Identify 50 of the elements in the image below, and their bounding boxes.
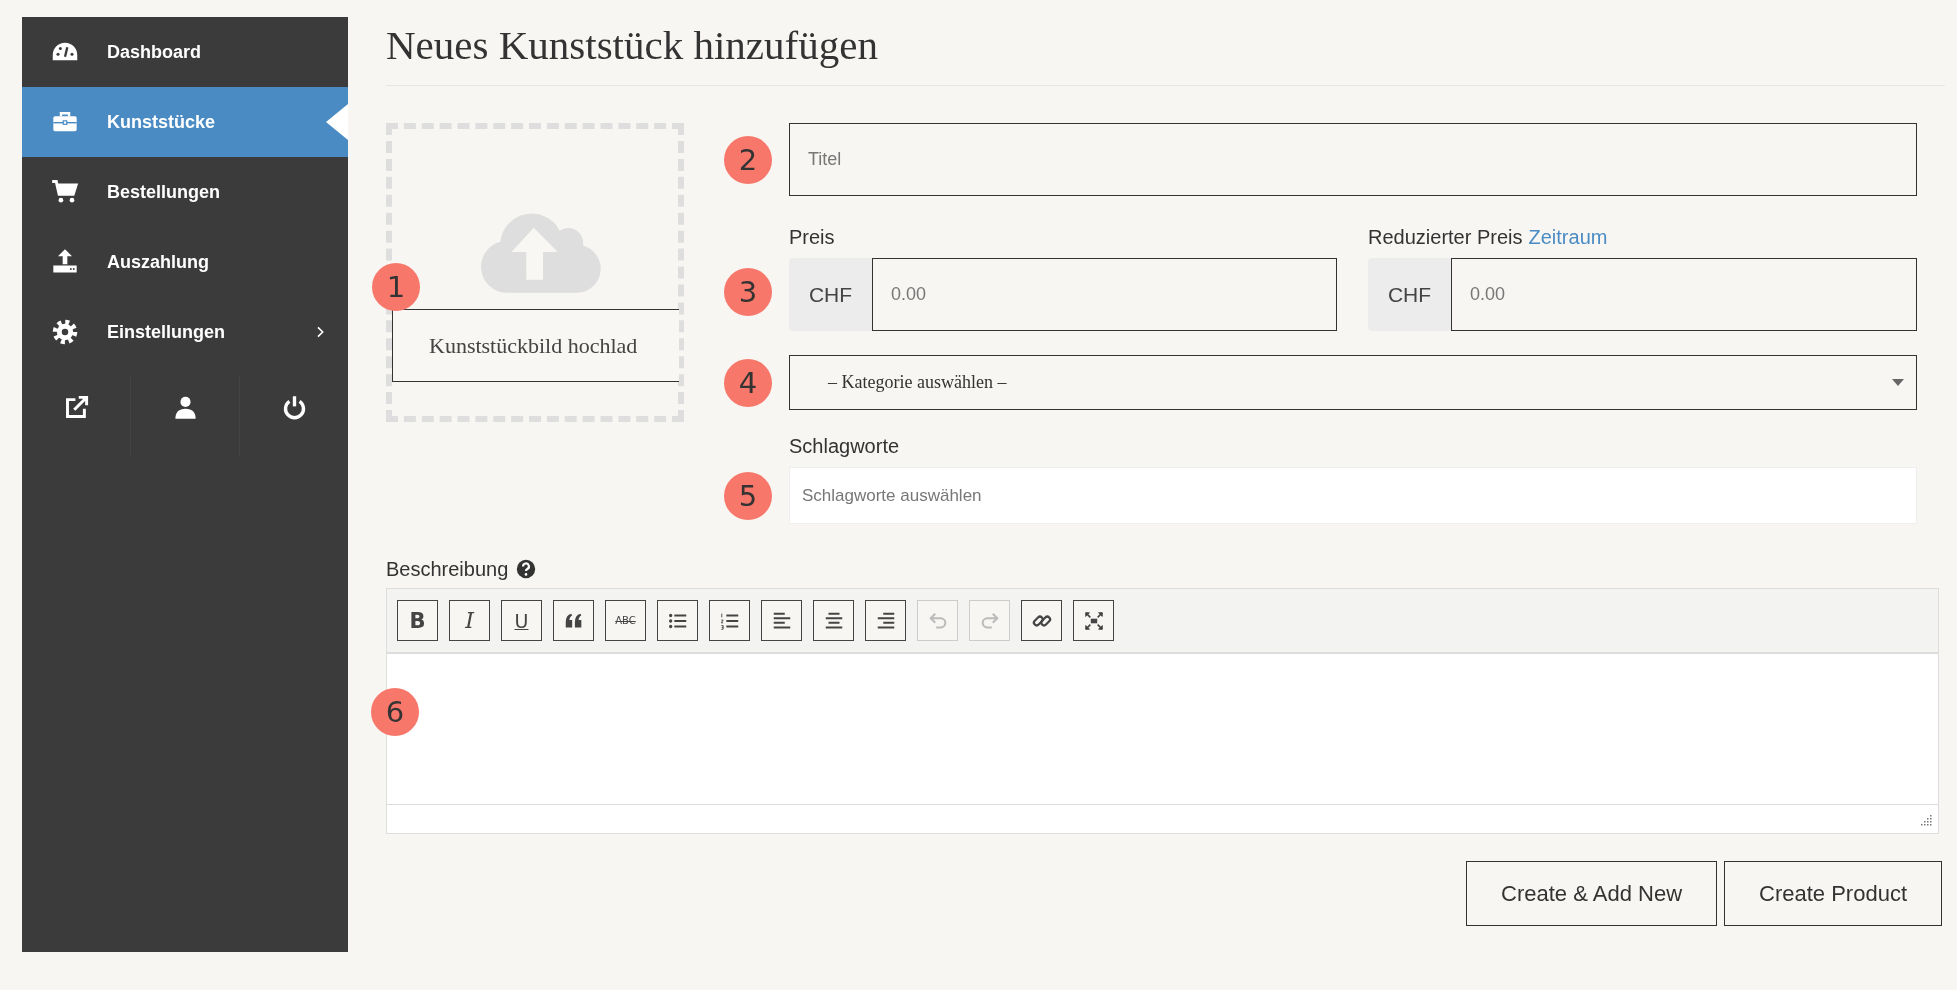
align-center-button[interactable] — [813, 600, 854, 641]
number-marker: 1 — [372, 263, 420, 311]
fullscreen-icon — [1082, 609, 1105, 632]
field-label: Preis — [789, 225, 836, 250]
number-marker: 2 — [724, 135, 772, 184]
number-marker: 6 — [371, 688, 419, 736]
tags-field[interactable]: Schlagworte auswählen — [789, 467, 1917, 524]
underline-button[interactable]: U — [501, 600, 542, 641]
field-label: Beschreibung — [386, 556, 509, 582]
sidebar-item[interactable]: Auszahlung — [22, 227, 348, 297]
page-title: Neues Kunststück hinzufügen — [386, 17, 1945, 86]
sidebar-label: Dashboard — [107, 41, 202, 63]
upload-button[interactable]: Kunststückbild hochlad — [392, 309, 679, 382]
italic-button[interactable]: I — [449, 600, 490, 641]
numbered-list-button[interactable] — [709, 600, 750, 641]
sidebar-item[interactable]: Einstellungen — [22, 297, 348, 367]
currency-addon: CHF — [1368, 258, 1451, 331]
sidebar-item[interactable]: Bestellungen — [22, 157, 348, 227]
price-field[interactable]: 0.00 — [1451, 258, 1917, 331]
quote-button[interactable] — [553, 600, 594, 641]
currency-addon: CHF — [789, 258, 872, 331]
title-field[interactable]: Titel — [789, 123, 1917, 196]
fullscreen-button[interactable] — [1073, 600, 1114, 641]
sidebar-label: Bestellungen — [107, 181, 221, 203]
sidebar-item[interactable]: Kunststücke — [22, 87, 348, 157]
sidebar-item[interactable]: Dashboard — [22, 17, 348, 87]
field-label: Reduzierter Preis — [1368, 225, 1523, 250]
category-select[interactable]: – Kategorie auswählen – — [789, 355, 1917, 410]
bold-button[interactable]: B — [397, 600, 438, 641]
align-right-button[interactable] — [865, 600, 906, 641]
number-marker: 5 — [724, 471, 772, 520]
number-marker: 4 — [724, 358, 772, 407]
create-button[interactable]: Create & Add New — [1466, 861, 1718, 926]
upload-icon — [50, 248, 80, 276]
field-label: Schlagworte — [789, 434, 900, 459]
align-left-button[interactable] — [761, 600, 802, 641]
sidebar-label: Einstellungen — [107, 321, 225, 343]
help-icon — [516, 559, 537, 579]
price-field[interactable]: 0.00 — [872, 258, 1337, 331]
create-button[interactable]: Create Product — [1724, 861, 1942, 926]
selection-pointer — [326, 104, 348, 140]
sidebar-label: Auszahlung — [107, 251, 209, 273]
bullet-list-button[interactable] — [657, 600, 698, 641]
settings-icon — [50, 318, 80, 346]
caret-icon — [1892, 379, 1904, 386]
number-marker: 3 — [724, 267, 772, 316]
sidebar-label: Kunststücke — [107, 111, 216, 133]
strikethrough-button[interactable]: ABC — [605, 600, 646, 641]
resize-grip-icon — [1920, 812, 1932, 826]
link-button[interactable] — [1021, 600, 1062, 641]
